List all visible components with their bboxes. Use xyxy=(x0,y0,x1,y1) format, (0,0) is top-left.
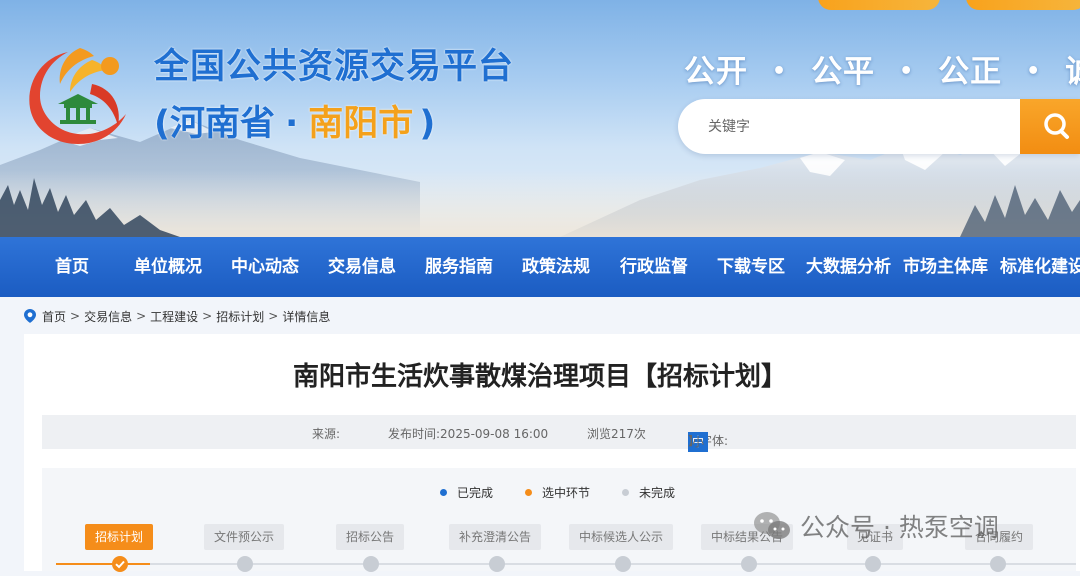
nav-item-market-entity[interactable]: 市场主体库 xyxy=(903,237,988,297)
breadcrumb-trade-info[interactable]: 交易信息 xyxy=(84,308,132,325)
location-pin-icon xyxy=(24,309,36,323)
completed-dot-icon xyxy=(440,489,447,496)
legend-current: 选中环节 xyxy=(525,484,590,501)
step-clarification[interactable]: 补充澄清公告 xyxy=(449,524,542,550)
progress-track-done xyxy=(56,563,150,565)
nav-item-downloads[interactable]: 下载专区 xyxy=(717,237,785,297)
nav-item-news[interactable]: 中心动态 xyxy=(231,237,299,297)
current-dot-icon xyxy=(525,489,532,496)
site-logo-icon xyxy=(29,48,126,144)
slogan: 公开 • 公平 • 公正 • 诚 xyxy=(684,46,1080,91)
search-icon xyxy=(1044,113,1069,139)
breadcrumb-home[interactable]: 首页 xyxy=(42,308,66,325)
step-node xyxy=(363,556,379,572)
nav-item-big-data[interactable]: 大数据分析 xyxy=(806,237,891,297)
search-button[interactable] xyxy=(1020,99,1080,154)
slogan-item: 公开 xyxy=(684,54,748,90)
step-node xyxy=(865,556,881,572)
step-candidate-publicity[interactable]: 中标候选人公示 xyxy=(569,524,674,550)
breadcrumb-separator: > xyxy=(202,309,213,323)
site-title: 全国公共资源交易平台 xyxy=(154,47,515,87)
breadcrumb-current: 详情信息 xyxy=(282,309,331,324)
slogan-item: 公平 xyxy=(811,54,876,90)
nav-item-policy[interactable]: 政策法规 xyxy=(522,237,590,297)
wechat-icon xyxy=(754,512,790,539)
article-title: 南阳市生活炊事散煤治理项目【招标计划】 xyxy=(292,362,787,392)
nav-item-home[interactable]: 首页 xyxy=(55,237,89,297)
step-file-preview[interactable]: 文件预公示 xyxy=(204,524,285,550)
progress-track xyxy=(56,563,1076,565)
step-node xyxy=(990,556,1006,572)
main-nav: 首页 单位概况 中心动态 交易信息 服务指南 政策法规 行政监督 下载专区 大数… xyxy=(0,237,1080,297)
step-node-current xyxy=(112,556,128,572)
step-node xyxy=(237,556,253,572)
step-node xyxy=(741,556,757,572)
legend-label: 未完成 xyxy=(639,486,676,500)
slogan-dot: • xyxy=(772,59,788,84)
breadcrumb-separator: > xyxy=(136,309,147,323)
subtitle-province: (河南省 xyxy=(154,104,275,144)
watermark-text: 公众号 · 热泵空调 xyxy=(800,513,999,542)
font-size-close: 】 xyxy=(688,434,701,448)
legend-incomplete: 未完成 xyxy=(622,484,675,501)
wechat-watermark: 公众号 · 热泵空调 xyxy=(752,508,999,544)
legend-label: 选中环节 xyxy=(542,486,591,500)
breadcrumb-separator: > xyxy=(70,309,81,323)
nav-item-service-guide[interactable]: 服务指南 xyxy=(425,237,493,297)
nav-item-trade-info[interactable]: 交易信息 xyxy=(328,237,396,297)
slogan-dot: • xyxy=(899,59,915,84)
subtitle-close: ) xyxy=(419,104,436,144)
step-node xyxy=(615,556,631,572)
subtitle-dot: · xyxy=(285,104,299,144)
check-icon xyxy=(115,560,125,569)
breadcrumb-engineering[interactable]: 工程建设 xyxy=(150,308,198,325)
breadcrumb: 首页 > 交易信息 > 工程建设 > 招标计划 > 详情信息 xyxy=(24,306,330,326)
top-link-pill[interactable] xyxy=(966,0,1080,10)
site-subtitle: (河南省 · 南阳市) xyxy=(154,103,435,145)
breadcrumb-separator: > xyxy=(268,309,279,323)
legend-completed: 已完成 xyxy=(440,484,493,501)
publish-time: 发布时间:2025-09-08 16:00 xyxy=(388,427,549,441)
nav-item-supervision[interactable]: 行政监督 xyxy=(620,237,688,297)
incomplete-dot-icon xyxy=(622,489,629,496)
source-label: 来源: xyxy=(312,427,341,441)
step-tender-notice[interactable]: 招标公告 xyxy=(336,524,405,550)
step-bid-plan[interactable]: 招标计划 xyxy=(85,524,154,550)
site-header: 全国公共资源交易平台 (河南省·南阳市) 公开 • 公平 • 公正 • 诚 xyxy=(0,0,1080,237)
nav-item-overview[interactable]: 单位概况 xyxy=(134,237,202,297)
top-link-pill[interactable] xyxy=(818,0,940,10)
legend-label: 已完成 xyxy=(457,486,494,500)
search-input[interactable] xyxy=(706,115,1010,139)
slogan-item: 公正 xyxy=(938,54,1003,90)
slogan-item: 诚 xyxy=(1065,54,1080,90)
article-meta-bar: 来源: 发布时间:2025-09-08 16:00 浏览217次 【字体: 大中… xyxy=(42,415,1076,452)
nav-item-standardization[interactable]: 标准化建设 xyxy=(1000,237,1080,297)
slogan-dot: • xyxy=(1026,59,1042,84)
subtitle-city: 南阳市 xyxy=(308,104,414,144)
step-node xyxy=(489,556,505,572)
view-count: 浏览217次 xyxy=(587,427,646,441)
breadcrumb-bid-plan[interactable]: 招标计划 xyxy=(216,308,264,325)
